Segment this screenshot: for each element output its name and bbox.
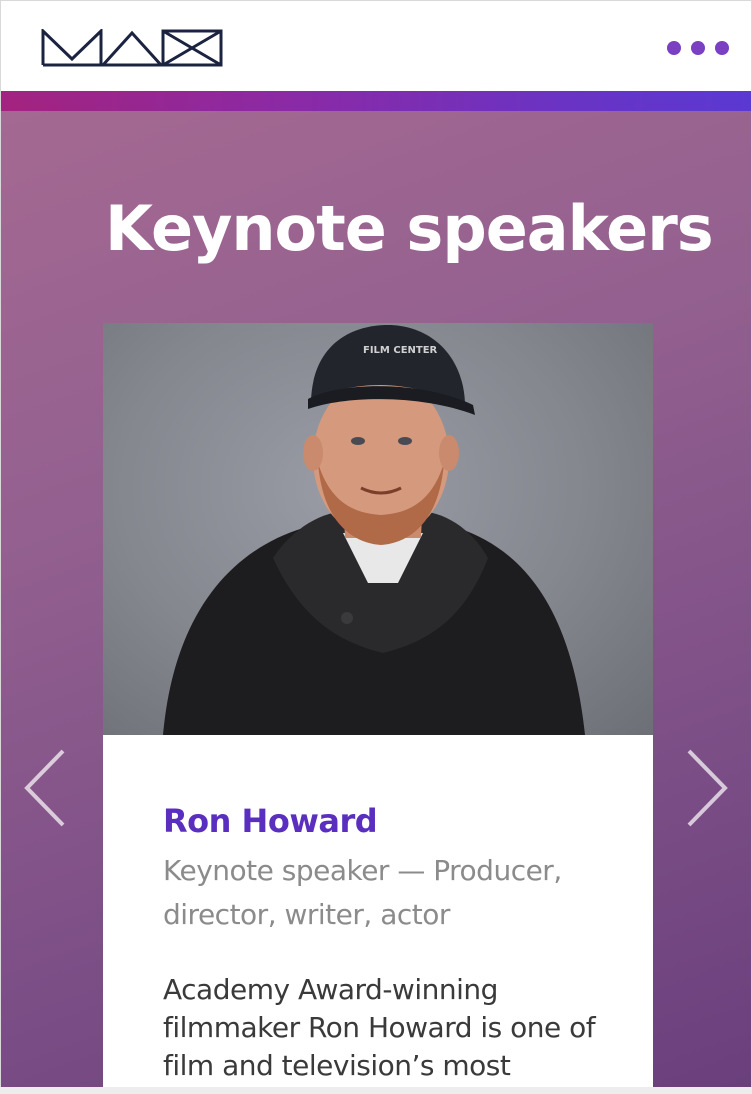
max-logo-icon[interactable] xyxy=(41,29,223,67)
more-dots-icon xyxy=(667,41,681,55)
svg-text:FILM CENTER: FILM CENTER xyxy=(363,345,438,356)
more-menu-button[interactable] xyxy=(667,37,729,59)
chevron-left-icon[interactable] xyxy=(21,747,71,829)
speaker-portrait: FILM CENTER xyxy=(163,325,585,735)
top-header xyxy=(1,1,751,91)
app-frame: Keynote speakers FILM CENTER Ron Howard … xyxy=(0,0,752,1088)
speaker-photo: FILM CENTER xyxy=(103,323,653,735)
more-dots-icon xyxy=(715,41,729,55)
speaker-bio: Academy Award-winning filmmaker Ron Howa… xyxy=(163,973,596,1082)
bottom-edge xyxy=(0,1087,752,1094)
speaker-details: Ron Howard Keynote speaker — Producer, d… xyxy=(163,801,623,1085)
more-dots-icon xyxy=(691,41,705,55)
speaker-card[interactable]: FILM CENTER Ron Howard Keynote speaker —… xyxy=(103,323,653,1087)
keynote-section: Keynote speakers FILM CENTER Ron Howard … xyxy=(1,111,751,1087)
chevron-right-icon[interactable] xyxy=(681,747,731,829)
speaker-role: Keynote speaker — Producer, director, wr… xyxy=(163,854,562,931)
speaker-name[interactable]: Ron Howard xyxy=(163,801,623,841)
accent-bar xyxy=(1,91,751,111)
section-title: Keynote speakers xyxy=(105,192,714,265)
